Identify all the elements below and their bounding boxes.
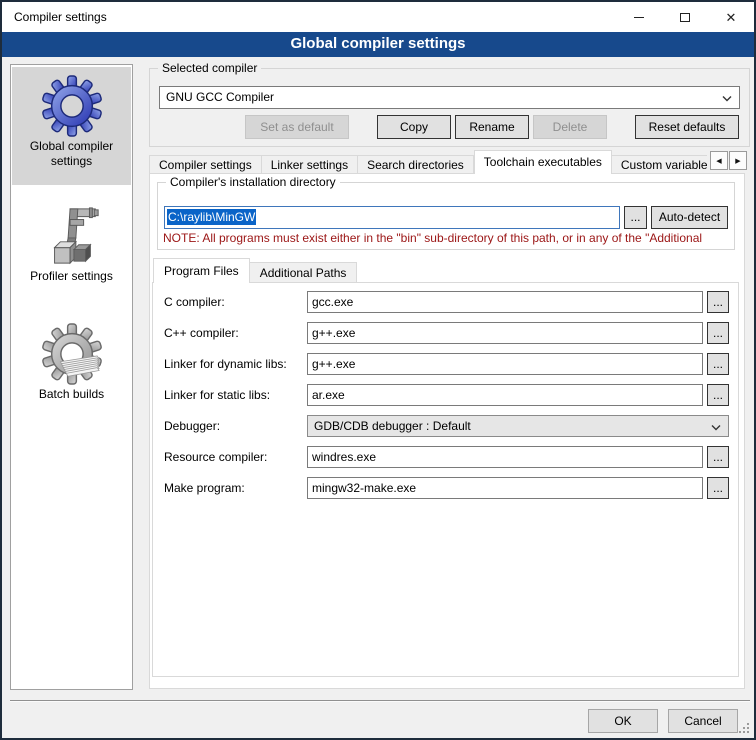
linker-for-dynamic-libs-label: Linker for dynamic libs:: [164, 353, 287, 375]
c-compiler-input[interactable]: gcc.exe: [307, 291, 703, 313]
close-icon: ✕: [726, 11, 737, 24]
tab-scroll-right-button[interactable]: ▶: [729, 151, 747, 170]
debugger-label: Debugger:: [164, 415, 220, 437]
sidebar: Global compiler settings Profiler setting…: [10, 64, 133, 690]
tab-scroll-left-icon: ◀: [716, 157, 721, 165]
compiler-select[interactable]: GNU GCC Compiler: [159, 86, 740, 109]
make-program-input[interactable]: mingw32-make.exe: [307, 477, 703, 499]
sidebar-item-global-compiler-settings[interactable]: Global compiler settings: [12, 67, 131, 185]
compiler-action-buttons: Set as default CopyRenameDelete Reset defa…: [150, 115, 750, 139]
tab-linker-settings[interactable]: Linker settings: [262, 155, 358, 174]
gear-stack-icon: [41, 323, 103, 385]
c-compiler-browse-button[interactable]: ...: [707, 291, 729, 313]
set-as-default-button: Set as default: [245, 115, 349, 139]
compiler-select-value: GNU GCC Compiler: [166, 90, 274, 104]
tab-scroll-left-button[interactable]: ◀: [710, 151, 728, 170]
subtab-program-files[interactable]: Program Files: [153, 258, 250, 283]
compiler-settings-dialog: Compiler settings ✕ Global compiler sett…: [0, 0, 756, 740]
titlebar: Compiler settings ✕: [2, 2, 754, 32]
linker-for-static-libs-browse-button[interactable]: ...: [707, 384, 729, 406]
caliper-icon: [41, 205, 103, 267]
sidebar-item-label: Global compiler settings: [12, 139, 131, 169]
sidebar-item-batch-builds[interactable]: Batch builds: [12, 317, 131, 433]
resource-compiler-input[interactable]: windres.exe: [307, 446, 703, 468]
cancel-button[interactable]: Cancel: [668, 709, 738, 733]
c-compiler-input[interactable]: g++.exe: [307, 322, 703, 344]
page-title: Global compiler settings: [2, 32, 754, 57]
resize-grip[interactable]: [739, 723, 750, 734]
tab-toolchain-executables[interactable]: Toolchain executables: [474, 150, 612, 174]
rename-button[interactable]: Rename: [455, 115, 529, 139]
tab-scroll-right-icon: ▶: [735, 157, 740, 165]
linker-for-static-libs-label: Linker for static libs:: [164, 384, 270, 406]
install-dir-group-label: Compiler's installation directory: [166, 175, 340, 189]
install-dir-note: NOTE: All programs must exist either in …: [163, 231, 734, 245]
program-files-page: C compiler: gcc.exe... C++ compiler: g++.ex…: [152, 282, 739, 677]
tab-compiler-settings[interactable]: Compiler settings: [149, 155, 262, 174]
copy-button[interactable]: Copy: [377, 115, 451, 139]
linker-for-static-libs-input[interactable]: ar.exe: [307, 384, 703, 406]
c-compiler-label: C++ compiler:: [164, 322, 239, 344]
debugger-value: GDB/CDB debugger : Default: [314, 419, 471, 433]
chevron-down-icon: [711, 425, 721, 431]
selected-compiler-group-label: Selected compiler: [158, 61, 261, 75]
sidebar-item-profiler-settings[interactable]: Profiler settings: [12, 199, 131, 311]
files-subtabstrip: Program FilesAdditional Paths: [153, 258, 357, 283]
delete-button: Delete: [533, 115, 607, 139]
linker-for-dynamic-libs-browse-button[interactable]: ...: [707, 353, 729, 375]
maximize-icon: [680, 13, 690, 22]
tab-custom-variables[interactable]: Custom variables: [612, 155, 707, 174]
settings-tabstrip: Compiler settingsLinker settingsSearch d…: [149, 150, 707, 174]
close-button[interactable]: ✕: [708, 2, 754, 32]
c-compiler-browse-button[interactable]: ...: [707, 322, 729, 344]
tab-scroll-arrows: ◀ ▶: [709, 151, 747, 170]
gear-blue-icon: [41, 75, 103, 137]
window-title: Compiler settings: [14, 2, 107, 32]
make-program-label: Make program:: [164, 477, 245, 499]
subtab-additional-paths[interactable]: Additional Paths: [250, 262, 358, 283]
sidebar-item-label: Batch builds: [12, 387, 131, 402]
sidebar-item-label: Profiler settings: [12, 269, 131, 284]
minimize-icon: [634, 17, 644, 18]
install-dir-browse-button[interactable]: ...: [624, 206, 647, 229]
tab-search-directories[interactable]: Search directories: [358, 155, 474, 174]
maximize-button[interactable]: [662, 2, 708, 32]
install-dir-selected-text: C:\raylib\MinGW: [167, 209, 256, 225]
ok-button[interactable]: OK: [588, 709, 658, 733]
chevron-down-icon: [722, 96, 732, 102]
minimize-button[interactable]: [616, 2, 662, 32]
debugger-select[interactable]: GDB/CDB debugger : Default: [307, 415, 729, 437]
reset-defaults-button[interactable]: Reset defaults: [635, 115, 739, 139]
c-compiler-label: C compiler:: [164, 291, 225, 313]
linker-for-dynamic-libs-input[interactable]: g++.exe: [307, 353, 703, 375]
resource-compiler-browse-button[interactable]: ...: [707, 446, 729, 468]
resource-compiler-label: Resource compiler:: [164, 446, 267, 468]
install-dir-input[interactable]: C:\raylib\MinGW: [164, 206, 620, 229]
footer-separator: [10, 700, 750, 702]
make-program-browse-button[interactable]: ...: [707, 477, 729, 499]
autodetect-button[interactable]: Auto-detect: [651, 206, 728, 229]
